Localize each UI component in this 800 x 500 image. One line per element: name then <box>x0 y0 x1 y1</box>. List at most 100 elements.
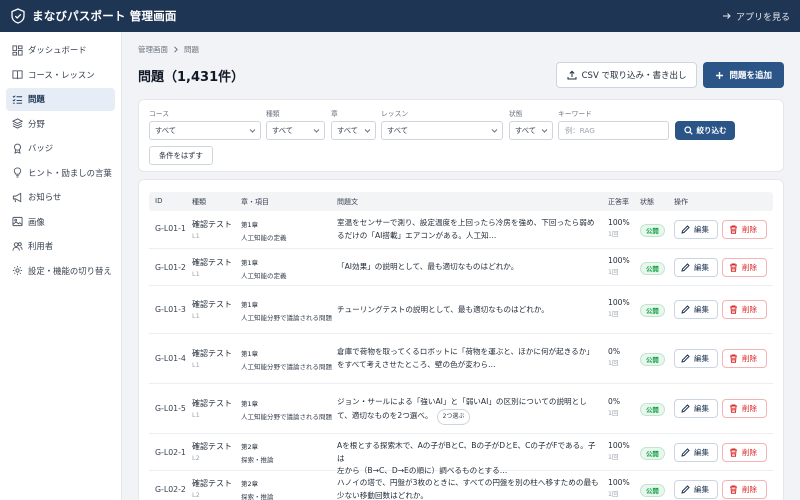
delete-button[interactable]: 削除 <box>722 443 767 462</box>
edit-button[interactable]: 編集 <box>674 300 718 319</box>
question-text: 室温をセンサーで測り、設定温度を上回ったら冷房を強め、下回ったら弱め るだけの「A… <box>337 218 595 240</box>
page-header: 問題（1,431件） CSV で取り込み・書き出し 問題を追加 <box>138 60 784 90</box>
type-select[interactable]: すべて <box>266 121 325 140</box>
question-type: 確認テスト L1 <box>192 348 232 369</box>
breadcrumb-root[interactable]: 管理画面 <box>138 44 168 55</box>
keyword-filter-label: キーワード <box>558 110 592 118</box>
award-icon <box>14 143 21 154</box>
delete-button-label: 削除 <box>742 448 757 457</box>
page-title: 問題（1,431件） <box>138 69 245 85</box>
layers-icon <box>12 118 23 129</box>
column-header-chapter: 章・項目 <box>241 198 269 206</box>
chapter-select-value: すべて <box>337 125 359 135</box>
topic-label: 人工知能の定義 <box>241 272 287 280</box>
question-text: ジョン・サールによる「強いAI」と「弱いAI」の区別についての説明とし て、適切な… <box>337 396 599 425</box>
question-accuracy: 100% 1回 <box>608 256 630 276</box>
edit-button[interactable]: 編集 <box>674 349 718 368</box>
question-id: G-L01-1 <box>155 224 186 233</box>
accuracy-value: 0% <box>608 347 621 356</box>
status-filter: 状態 すべて <box>509 108 553 140</box>
topic-label: 探索・推論 <box>241 493 274 500</box>
pencil-icon <box>681 305 690 314</box>
level-label: L1 <box>192 312 200 320</box>
level-label: L2 <box>192 454 200 462</box>
delete-button[interactable]: 削除 <box>722 349 767 368</box>
sidebar-item-label: コース・レッスン <box>28 69 95 80</box>
delete-button-label: 削除 <box>742 485 757 494</box>
sidebar: ダッシュボード コース・レッスン 問題 分野 バッジ ヒント・励ましの言葉 お知… <box>0 32 122 500</box>
edit-button[interactable]: 編集 <box>674 220 718 239</box>
trash-icon <box>730 485 737 494</box>
question-accuracy: 100% 1回 <box>608 218 630 238</box>
question-accuracy: 100% 1回 <box>608 441 630 461</box>
chapter-filter-label: 章 <box>331 110 338 118</box>
edit-button[interactable]: 編集 <box>674 258 718 277</box>
reset-filters-button[interactable]: 条件をはずす <box>149 146 213 165</box>
header-actions: CSV で取り込み・書き出し 問題を追加 <box>555 62 784 88</box>
question-id: G-L01-5 <box>155 404 186 413</box>
table-header: ID 種類 章・項目 問題文 正答率 状態 操作 <box>149 192 773 211</box>
delete-button[interactable]: 削除 <box>722 220 767 239</box>
question-chapter: 第1章 人工知能の定義 <box>241 219 287 242</box>
edit-button[interactable]: 編集 <box>674 443 718 462</box>
filter-panel: コース すべて 種類 すべて 章 すべて レッスン すべて 状態 すべて キーワ… <box>138 99 784 172</box>
chapter-select[interactable]: すべて <box>331 121 376 140</box>
upload-icon <box>567 70 577 80</box>
course-select[interactable]: すべて <box>149 121 261 140</box>
csv-button-label: CSV で取り込み・書き出し <box>581 71 687 81</box>
delete-button-label: 削除 <box>742 305 757 314</box>
csv-import-export-button[interactable]: CSV で取り込み・書き出し <box>555 62 698 88</box>
edit-button-label: 編集 <box>694 485 709 494</box>
edit-button[interactable]: 編集 <box>674 480 718 499</box>
sidebar-item-label: 問題 <box>28 94 45 104</box>
edit-button-label: 編集 <box>694 263 709 272</box>
status-select[interactable]: すべて <box>509 121 553 140</box>
pencil-icon <box>681 263 690 272</box>
lesson-select[interactable]: すべて <box>381 121 503 140</box>
edit-button-label: 編集 <box>694 448 709 457</box>
delete-button[interactable]: 削除 <box>722 399 767 418</box>
status-badge: 公開 <box>640 353 665 366</box>
sidebar-item-images[interactable]: 画像 <box>6 210 115 233</box>
sidebar-item-users[interactable]: 利用者 <box>6 235 115 258</box>
sidebar-item-hints[interactable]: ヒント・励ましの言葉 <box>6 161 115 184</box>
keyword-filter: キーワード 例：RAG <box>558 108 669 140</box>
sidebar-item-courses[interactable]: コース・レッスン <box>6 63 115 86</box>
chapter-label: 第1章 <box>241 350 259 358</box>
attempt-count: 1回 <box>608 311 619 318</box>
sidebar-item-dashboard[interactable]: ダッシュボード <box>6 39 115 62</box>
question-chapter: 第2章 探索・推論 <box>241 441 274 464</box>
sign-out-icon <box>722 13 731 19</box>
accuracy-value: 100% <box>608 218 630 227</box>
sidebar-item-badges[interactable]: バッジ <box>6 137 115 160</box>
view-app-link[interactable]: アプリを見る <box>722 10 790 23</box>
topic-label: 人工知能分野で議論される問題 <box>241 363 332 371</box>
status-badge: 公開 <box>640 224 665 237</box>
edit-button-label: 編集 <box>694 225 709 234</box>
sidebar-item-label: ヒント・励ましの言葉 <box>28 167 112 178</box>
sidebar-item-news[interactable]: お知らせ <box>6 186 115 209</box>
topic-label: 人工知能の定義 <box>241 234 287 242</box>
keyword-input[interactable]: 例：RAG <box>558 121 669 140</box>
gear-icon <box>12 265 23 276</box>
sidebar-item-questions[interactable]: 問題 <box>6 87 115 111</box>
book-icon <box>12 70 23 80</box>
type-label: 確認テスト <box>192 300 232 309</box>
edit-button[interactable]: 編集 <box>674 399 718 418</box>
megaphone-icon <box>12 192 22 202</box>
chevron-down-icon <box>491 129 498 133</box>
status-badge: 公開 <box>640 304 665 317</box>
delete-button[interactable]: 削除 <box>722 480 767 499</box>
sidebar-item-fields[interactable]: 分野 <box>6 112 115 135</box>
search-button-body[interactable]: 絞り込む <box>675 121 735 140</box>
question-type: 確認テスト L1 <box>192 219 232 240</box>
table-row: G-L02-2 確認テスト L2 第2章 探索・推論 ハノイの塔で、円盤が3枚のとき… <box>149 471 773 500</box>
search-button[interactable]: 絞り込む <box>675 121 735 140</box>
question-text: 倉庫で荷物を取ってくるロボットに「荷物を運ぶと、ほかに何が起きるか」 をすべて考え… <box>337 347 594 369</box>
sidebar-item-label: 画像 <box>28 216 45 227</box>
add-question-button[interactable]: 問題を追加 <box>703 62 784 88</box>
delete-button[interactable]: 削除 <box>722 258 767 277</box>
sidebar-item-settings[interactable]: 設定・機能の切り替え <box>6 259 115 282</box>
delete-button[interactable]: 削除 <box>722 300 767 319</box>
chapter-label: 第1章 <box>241 400 259 408</box>
